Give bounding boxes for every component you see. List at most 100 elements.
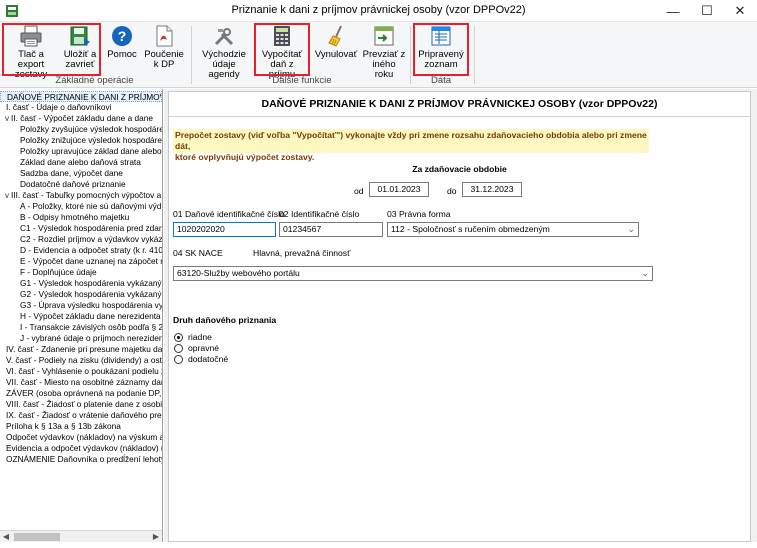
tree-item-label: Dodatočné daňové priznanie [20,179,126,189]
tree-item-label: OZNÁMENIE Daňovníka o predĺžení lehoty n [6,454,162,464]
scroll-thumb[interactable] [14,533,60,541]
tree-item[interactable]: C1 - Výsledok hospodárenia pred zdane [0,223,162,234]
poucenie-label: Poučenie k DP [144,49,184,70]
tree-item[interactable]: OZNÁMENIE Daňovníka o predĺžení lehoty n [0,454,162,465]
poucenie-button[interactable]: Poučenie k DP [142,24,186,74]
highlight-basic [2,23,101,76]
return-type-opravne[interactable]: opravné [174,343,219,353]
tree-item-label: I - Transakcie závislých osôb podľa § 2 [20,322,162,332]
return-type-riadne[interactable]: riadne [174,332,212,342]
tree-item-label: Príloha k § 13a a § 13b zákona [6,421,121,431]
pomoc-button[interactable]: ? Pomoc [106,24,138,74]
tree-item-label: G1 - Výsledok hospodárenia vykázaný v [20,278,162,288]
window-title: Priznanie k dani z príjmov právnickej os… [231,4,526,16]
maximize-button[interactable]: ☐ [690,0,724,22]
section-tree[interactable]: DAŇOVÉ PRIZNANIE K DANI Z PRÍJMOV PR I. č… [0,89,163,542]
radio-label: dodatočné [188,354,229,364]
tree-item[interactable]: A - Položky, ktoré nie sú daňovými výd [0,201,162,212]
tree-list: DAŇOVÉ PRIZNANIE K DANI Z PRÍJMOV PR I. č… [0,89,162,465]
tree-item[interactable]: G2 - Výsledok hospodárenia vykázaný p [0,289,162,300]
return-type-dodatocne[interactable]: dodatočné [174,354,228,364]
ribbon-toolbar: Tlač a export zostavy Uložiť a zavrieť ?… [0,22,757,88]
tree-item-label: Odpočet výdavkov (nákladov) na výskum a [6,432,162,442]
vychodzie-udaje-button[interactable]: Východzie údaje agendy [196,24,252,80]
tree-item[interactable]: V. časť - Podiely na zisku (dividendy) a… [0,355,162,366]
radio-label: opravné [188,343,220,353]
prevziat-button[interactable]: Prevziať z iného roku [362,24,406,80]
tree-item[interactable]: VIII. časť - Žiadosť o platenie dane z o… [0,399,162,410]
tree-horizontal-scrollbar[interactable]: ◀ ▶ [0,530,162,542]
legal-form-select[interactable]: 112 - Spoločnosť s ručením obmedzeným ⌄ [387,222,639,237]
tree-item-label: II. časť - Výpočet základu dane a dane [11,113,153,123]
tree-item-label: G3 - Úprava výsledku hospodárenia vyk [20,300,162,310]
tree-item[interactable]: Evidencia a odpočet výdavkov (nákladov) … [0,443,162,454]
tree-item[interactable]: Položky zvyšujúce výsledok hospodáren [0,124,162,135]
radio-button[interactable] [174,354,183,364]
tree-item[interactable]: Príloha k § 13a a § 13b zákona [0,421,162,432]
chevron-down-icon: ⌄ [627,224,635,234]
sknace-select[interactable]: 63120-Služby webového portálu ⌄ [173,266,653,281]
tree-item[interactable]: H - Výpočet základu dane nerezidenta [0,311,162,322]
main-activity-label: Hlavná, prevažná činnosť [253,248,351,258]
tree-item[interactable]: J - vybrané údaje o príjmoch nerezidento [0,333,162,344]
tree-item[interactable]: C2 - Rozdiel príjmov a výdavkov vykáz [0,234,162,245]
tree-item-label: DAŇOVÉ PRIZNANIE K DANI Z PRÍJMOV PR [7,92,162,102]
tree-item[interactable]: I. časť - Údaje o daňovníkovi [0,102,162,113]
close-button[interactable]: ✕ [723,0,757,22]
tree-item[interactable]: v II. časť - Výpočet základu dane a dane [0,113,162,124]
form-title: DAŇOVÉ PRIZNANIE K DANI Z PRÍJMOV PRÁVNI… [261,98,658,110]
help-icon: ? [112,26,132,46]
expand-chevron-icon[interactable]: v [3,190,11,201]
tree-item[interactable]: ZÁVER (osoba oprávnená na podanie DP, d [0,388,162,399]
tree-item-label: VI. časť - Vyhlásenie o poukázaní podiel… [6,366,162,376]
title-bar: Priznanie k dani z príjmov právnickej os… [0,0,757,22]
scroll-left-icon[interactable]: ◀ [0,531,12,542]
title-divider [169,116,750,117]
tree-item[interactable]: F - Doplňujúce údaje [0,267,162,278]
tree-item-label: C2 - Rozdiel príjmov a výdavkov vykáz [20,234,162,244]
tree-item-label: ZÁVER (osoba oprávnená na podanie DP, d [6,388,162,398]
period-from-input[interactable]: 01.01.2023 [369,182,429,197]
tree-item[interactable]: Položky upravujúce základ dane alebo c [0,146,162,157]
radio-button[interactable] [174,332,183,342]
tree-item[interactable]: IV. časť - Zdanenie pri presune majetku … [0,344,162,355]
highlight-vypocitat [254,23,310,76]
group-other-label: Ďalšie funkcie [272,75,332,86]
radio-button[interactable] [174,343,183,353]
period-to-input[interactable]: 31.12.2023 [462,182,522,197]
tree-item[interactable]: Sadzba dane, výpočet dane [0,168,162,179]
radio-label: riadne [188,332,212,342]
dic-input[interactable]: 1020202020 [173,222,276,237]
tree-item[interactable]: G1 - Výsledok hospodárenia vykázaný v [0,278,162,289]
tree-item-label: F - Doplňujúce údaje [20,267,97,277]
tree-root-item[interactable]: DAŇOVÉ PRIZNANIE K DANI Z PRÍJMOV PR [0,91,162,102]
tree-item-label: G2 - Výsledok hospodárenia vykázaný p [20,289,162,299]
sknace-value: 63120-Služby webového portálu [177,268,300,278]
tree-item[interactable]: E - Výpočet dane uznanej na zápočet n [0,256,162,267]
tree-item[interactable]: D - Evidencia a odpočet straty (k r. 410 [0,245,162,256]
tree-item[interactable]: VI. časť - Vyhlásenie o poukázaní podiel… [0,366,162,377]
tree-item-label: Sadzba dane, výpočet dane [20,168,123,178]
tree-item[interactable]: Odpočet výdavkov (nákladov) na výskum a [0,432,162,443]
to-label: do [447,186,457,196]
ico-input[interactable]: 01234567 [279,222,383,237]
scroll-right-icon[interactable]: ▶ [150,531,162,542]
tree-item[interactable]: G3 - Úprava výsledku hospodárenia vyk [0,300,162,311]
recalc-info-banner: Prepočet zostavy (viď voľba "Vypočítať")… [173,129,649,162]
vynulovat-button[interactable]: Vynulovať [314,24,358,74]
tree-item[interactable]: Základ dane alebo daňová strata [0,157,162,168]
tree-item[interactable]: Položky znižujúce výsledok hospodáren [0,135,162,146]
tree-item[interactable]: Dodatočné daňové priznanie [0,179,162,190]
tree-item-label: D - Evidencia a odpočet straty (k r. 410 [20,245,162,255]
tree-item[interactable]: IX. časť - Žiadosť o vrátenie daňového p… [0,410,162,421]
tree-item[interactable]: B - Odpisy hmotného majetku [0,212,162,223]
ribbon-separator [191,26,192,84]
tree-item-label: IV. časť - Zdanenie pri presune majetku … [6,344,162,354]
dic-label: 01 Daňové identifikačné číslo [173,209,285,219]
period-heading: Za zdaňovacie obdobie [412,164,507,174]
tree-item[interactable]: I - Transakcie závislých osôb podľa § 2 [0,322,162,333]
minimize-button[interactable]: — [656,0,690,22]
tree-item[interactable]: v III. časť - Tabuľky pomocných výpočtov … [0,190,162,201]
tree-item[interactable]: VII. časť - Miesto na osobitné záznamy d… [0,377,162,388]
expand-chevron-icon[interactable]: v [3,113,11,124]
